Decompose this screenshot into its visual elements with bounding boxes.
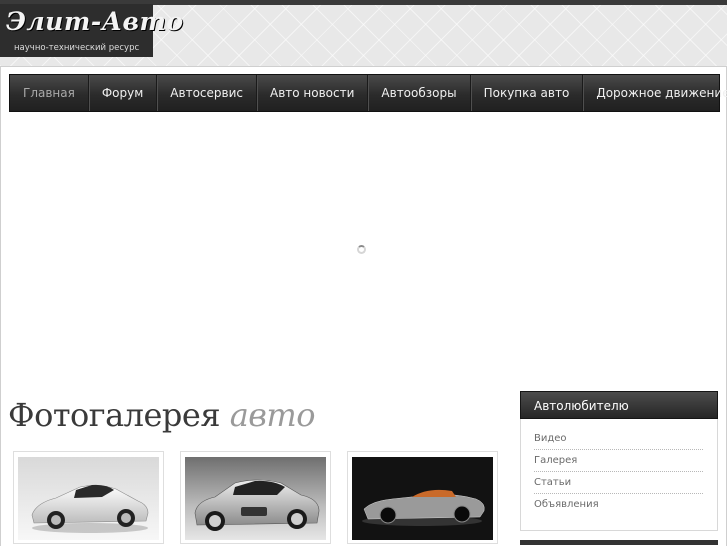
gallery-heading: Фотогалерея авто [8, 396, 316, 434]
sidebar-link-gallery[interactable]: Галерея [534, 451, 703, 472]
white-car-image [18, 457, 159, 540]
site-logo[interactable]: Элит-Авто научно-технический ресурс [0, 4, 183, 57]
sidebar-link-ads[interactable]: Объявления [534, 495, 703, 515]
gallery-photo-silver-sedan[interactable] [180, 451, 331, 544]
silver-sedan-image [185, 457, 326, 540]
sidebar-link-video[interactable]: Видео [534, 429, 703, 450]
main-nav: Главная Форум Автосервис Авто новости Ав… [9, 74, 727, 112]
nav-item-forum[interactable]: Форум [89, 75, 158, 111]
gallery-photo-roadster[interactable] [347, 451, 498, 544]
sidebar-links: Видео Галерея Статьи Объявления [520, 419, 718, 531]
sidebar-heading: Автолюбителю [520, 391, 718, 419]
logo-title: Элит-Авто [6, 7, 184, 36]
logo-subtitle: научно-технический ресурс [14, 43, 140, 53]
gallery-photo-white-car[interactable] [13, 451, 164, 544]
nav-item-buy-auto[interactable]: Покупка авто [471, 75, 584, 111]
nav-item-autoservice[interactable]: Автосервис [157, 75, 257, 111]
gallery-title-main: Фотогалерея [8, 396, 221, 434]
sidebar-next-heading [520, 540, 718, 545]
nav-item-home[interactable]: Главная [10, 75, 89, 111]
nav-item-auto-news[interactable]: Авто новости [257, 75, 369, 111]
header-banner: Элит-Авто научно-технический ресурс [0, 0, 727, 66]
loading-spinner-icon [357, 245, 366, 254]
gallery-title-accent: авто [229, 396, 316, 434]
roadster-image [352, 457, 493, 540]
sidebar-link-articles[interactable]: Статьи [534, 473, 703, 494]
sidebar-widget: Автолюбителю Видео Галерея Статьи Объявл… [520, 391, 718, 531]
nav-item-traffic[interactable]: Дорожное движение [583, 75, 727, 111]
nav-item-reviews[interactable]: Автообзоры [368, 75, 471, 111]
